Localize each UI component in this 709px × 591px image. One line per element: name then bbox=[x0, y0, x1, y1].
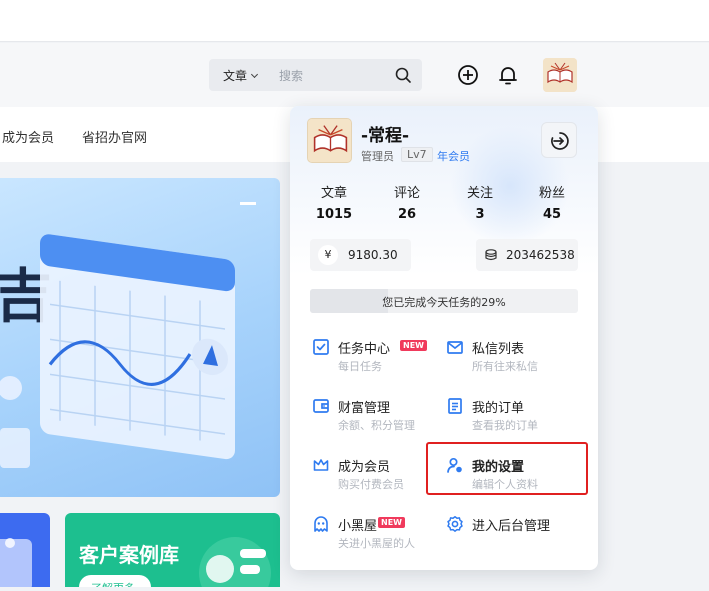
stat-value: 3 bbox=[475, 207, 485, 222]
stat-comments[interactable]: 评论 26 bbox=[377, 182, 437, 222]
book-icon bbox=[543, 58, 577, 92]
stat-following[interactable]: 关注 3 bbox=[450, 182, 510, 222]
search-type-select[interactable]: 文章 bbox=[223, 67, 259, 84]
balance-value: 9180.30 bbox=[348, 248, 398, 262]
case-illustration bbox=[199, 537, 271, 587]
menu-title: 成为会员 bbox=[338, 460, 391, 475]
bell-icon[interactable] bbox=[496, 63, 520, 87]
search-type-label: 文章 bbox=[223, 69, 248, 83]
stat-followers[interactable]: 粉丝 45 bbox=[522, 182, 582, 222]
profile-name[interactable]: -常程- bbox=[361, 121, 409, 146]
new-badge: NEW bbox=[400, 340, 427, 351]
yuan-icon: ¥ bbox=[318, 245, 338, 265]
menu-subtitle: 关进小黑屋的人 bbox=[338, 537, 415, 550]
menu-task-center[interactable]: 任务中心 NEW 每日任务 bbox=[312, 336, 452, 380]
task-progress-text: 您已完成今天任务的29% bbox=[382, 296, 506, 309]
book-icon bbox=[308, 119, 351, 162]
search-icon[interactable] bbox=[394, 66, 412, 84]
chevron-down-icon bbox=[250, 70, 259, 79]
menu-orders[interactable]: 我的订单 查看我的订单 bbox=[446, 395, 586, 439]
stat-label: 评论 bbox=[393, 186, 420, 201]
menu-subtitle: 查看我的订单 bbox=[472, 419, 538, 432]
menu-title: 私信列表 bbox=[472, 342, 525, 357]
promo-banner[interactable]: 吉 bbox=[0, 178, 280, 497]
top-strip bbox=[0, 0, 709, 42]
profile-role: 管理员 bbox=[361, 150, 394, 163]
stat-value: 1015 bbox=[315, 207, 353, 222]
new-badge: NEW bbox=[378, 517, 405, 528]
points-value: 203462538 bbox=[506, 248, 575, 262]
stat-label: 文章 bbox=[320, 186, 347, 201]
stat-value: 26 bbox=[397, 207, 417, 222]
menu-title: 任务中心 bbox=[338, 342, 391, 357]
wallet-icon bbox=[313, 399, 329, 413]
menu-admin-backend[interactable]: 进入后台管理 bbox=[446, 513, 586, 557]
customer-case-card[interactable]: 客户案例库 了解更多 bbox=[65, 513, 280, 587]
checkbox-icon bbox=[313, 339, 329, 355]
task-progress-bar: 您已完成今天任务的29% bbox=[310, 289, 578, 313]
stat-articles[interactable]: 文章 1015 bbox=[304, 182, 364, 222]
menu-subtitle: 每日任务 bbox=[338, 360, 382, 373]
logout-button[interactable] bbox=[541, 122, 577, 158]
points-card[interactable]: 203462538 bbox=[476, 239, 578, 271]
level-badge: Lv7 bbox=[401, 147, 433, 162]
logout-icon bbox=[551, 132, 569, 150]
menu-subtitle: 所有往来私信 bbox=[472, 360, 538, 373]
membership-link[interactable]: 年会员 bbox=[437, 148, 470, 164]
nav-item-member[interactable]: 成为会员 bbox=[2, 127, 54, 146]
user-dropdown-panel: -常程- 管理员 Lv7 年会员 文章 1015 评论 26 关注 3 粉丝 45 ¥ … bbox=[290, 106, 598, 570]
user-avatar-button[interactable] bbox=[543, 58, 577, 92]
search-bar[interactable]: 文章 搜索 bbox=[209, 59, 422, 91]
gear-icon bbox=[447, 516, 463, 532]
menu-blacklist[interactable]: 小黑屋 NEW 关进小黑屋的人 bbox=[312, 513, 452, 557]
ghost-icon bbox=[314, 516, 328, 532]
menu-title: 财富管理 bbox=[338, 401, 391, 416]
menu-title: 进入后台管理 bbox=[472, 519, 551, 534]
highlight-box bbox=[426, 442, 588, 495]
search-input[interactable]: 搜索 bbox=[279, 67, 303, 84]
banner-illustration: 吉 bbox=[0, 202, 256, 468]
service-card-blue[interactable] bbox=[0, 513, 50, 591]
profile-avatar[interactable] bbox=[307, 118, 352, 163]
balance-card[interactable]: ¥ 9180.30 bbox=[310, 239, 411, 271]
menu-wealth[interactable]: 财富管理 余额、积分管理 bbox=[312, 395, 452, 439]
order-icon bbox=[448, 398, 462, 414]
coins-icon bbox=[485, 249, 497, 261]
document-icon bbox=[0, 538, 32, 591]
stat-label: 关注 bbox=[466, 186, 493, 201]
mail-icon bbox=[447, 341, 463, 354]
nav-item-official-site[interactable]: 省招办官网 bbox=[82, 127, 147, 146]
menu-subtitle: 余额、积分管理 bbox=[338, 419, 415, 432]
menu-messages[interactable]: 私信列表 所有往来私信 bbox=[446, 336, 586, 380]
stat-label: 粉丝 bbox=[538, 186, 565, 201]
add-icon[interactable] bbox=[456, 63, 480, 87]
menu-title: 我的订单 bbox=[472, 401, 525, 416]
crown-icon bbox=[313, 459, 329, 471]
stat-value: 45 bbox=[542, 207, 562, 222]
menu-title: 小黑屋 bbox=[338, 519, 378, 534]
menu-subtitle: 购买付费会员 bbox=[338, 478, 404, 491]
